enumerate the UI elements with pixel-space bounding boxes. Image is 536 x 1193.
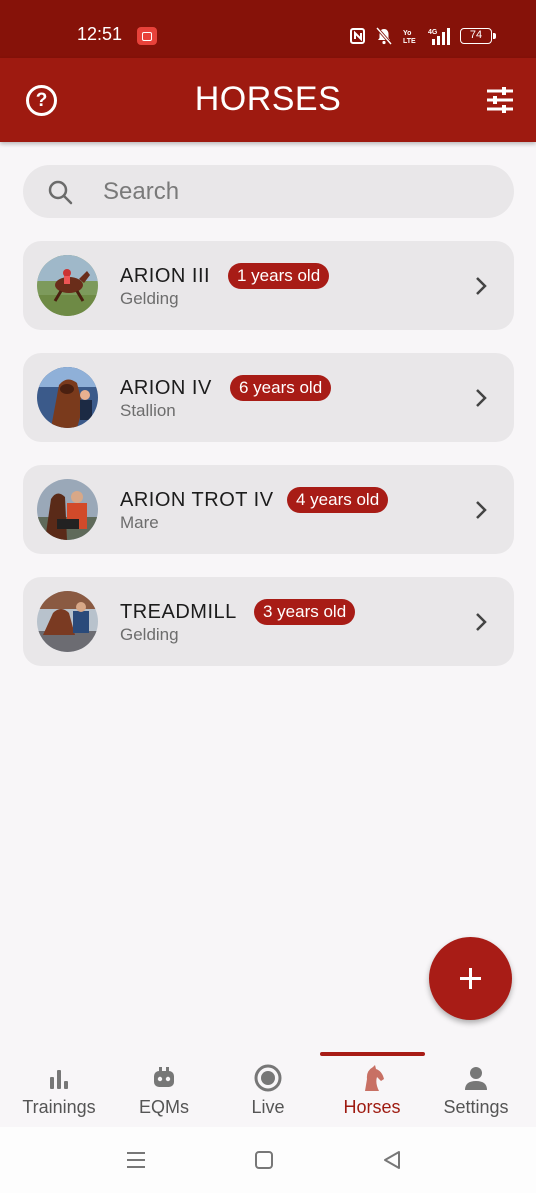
horse-type: Stallion (120, 401, 176, 420)
search-input[interactable] (103, 165, 483, 218)
search-icon (48, 180, 73, 205)
system-nav-bar (0, 1127, 536, 1193)
nav-item-trainings[interactable]: Trainings (7, 1063, 111, 1118)
search-bar[interactable] (23, 165, 514, 218)
horse-avatar (37, 367, 98, 428)
horse-card[interactable]: ARION TROT IV 4 years old Mare (23, 465, 514, 554)
horse-type: Mare (120, 513, 159, 532)
svg-text:Yo: Yo (403, 30, 411, 37)
horse-type: Gelding (120, 289, 179, 308)
nav-item-live[interactable]: Live (216, 1063, 320, 1118)
bar-chart-icon (50, 1070, 68, 1089)
age-badge: 3 years old (254, 599, 356, 625)
age-badge: 6 years old (230, 375, 332, 401)
horse-name: ARION TROT IV (120, 489, 274, 511)
nav-label: Horses (343, 1097, 401, 1117)
horse-card[interactable]: ARION IV 6 years old Stallion (23, 353, 514, 442)
record-icon (254, 1064, 282, 1092)
chevron-right-icon (476, 501, 487, 519)
nav-item-settings[interactable]: Settings (424, 1063, 528, 1118)
bell-off-icon (376, 27, 392, 45)
back-icon[interactable] (381, 1149, 403, 1171)
nav-item-eqms[interactable]: EQMs (112, 1063, 216, 1118)
status-time: 12:51 (77, 24, 123, 44)
horse-name: ARION IV (120, 377, 212, 399)
nav-active-indicator (320, 1052, 425, 1056)
nav-label: EQMs (138, 1097, 189, 1117)
nav-label: Trainings (22, 1097, 96, 1117)
nav-label: Live (251, 1097, 285, 1117)
age-badge: 1 years old (228, 263, 330, 289)
nav-item-horses[interactable]: Horses (320, 1063, 424, 1118)
horse-head-icon (365, 1065, 384, 1091)
nfc-icon (350, 28, 365, 44)
horse-card[interactable]: ARION III 1 years old Gelding (23, 241, 514, 330)
age-badge: 4 years old (287, 487, 389, 513)
status-bar: 12:51 Yo LTE 4G 74 (0, 0, 536, 58)
horse-avatar (37, 591, 98, 652)
svg-text:LTE: LTE (403, 38, 416, 45)
signal-icon: 4G (428, 28, 450, 45)
horse-avatar (37, 479, 98, 540)
nav-label: Settings (443, 1097, 509, 1117)
add-horse-button[interactable] (429, 937, 512, 1020)
bottom-nav: Trainings EQMs Live Horses Settings (0, 1047, 536, 1127)
chevron-right-icon (476, 389, 487, 407)
battery-indicator: 74 (460, 28, 496, 44)
sliders-icon[interactable] (486, 86, 514, 114)
home-icon[interactable] (253, 1149, 275, 1171)
device-icon (154, 1067, 174, 1087)
horse-list: ARION III 1 years old Gelding ARION IV 6… (23, 241, 514, 689)
horse-avatar (37, 255, 98, 316)
horse-name: ARION III (120, 265, 211, 287)
screen-record-icon (137, 27, 157, 45)
app-bar: ? HORSES (0, 58, 536, 142)
horse-card[interactable]: TREADMILL 3 years old Gelding (23, 577, 514, 666)
menu-icon[interactable] (125, 1149, 147, 1171)
page-title: HORSES (194, 80, 342, 118)
horse-type: Gelding (120, 625, 179, 644)
volte-icon: YoLTE (403, 30, 416, 45)
person-icon (465, 1067, 487, 1090)
network-label: 4G (428, 29, 438, 36)
status-icons: Yo LTE 4G 74 (350, 26, 496, 46)
horse-name: TREADMILL (120, 601, 237, 623)
chevron-right-icon (476, 277, 487, 295)
chevron-right-icon (476, 613, 487, 631)
